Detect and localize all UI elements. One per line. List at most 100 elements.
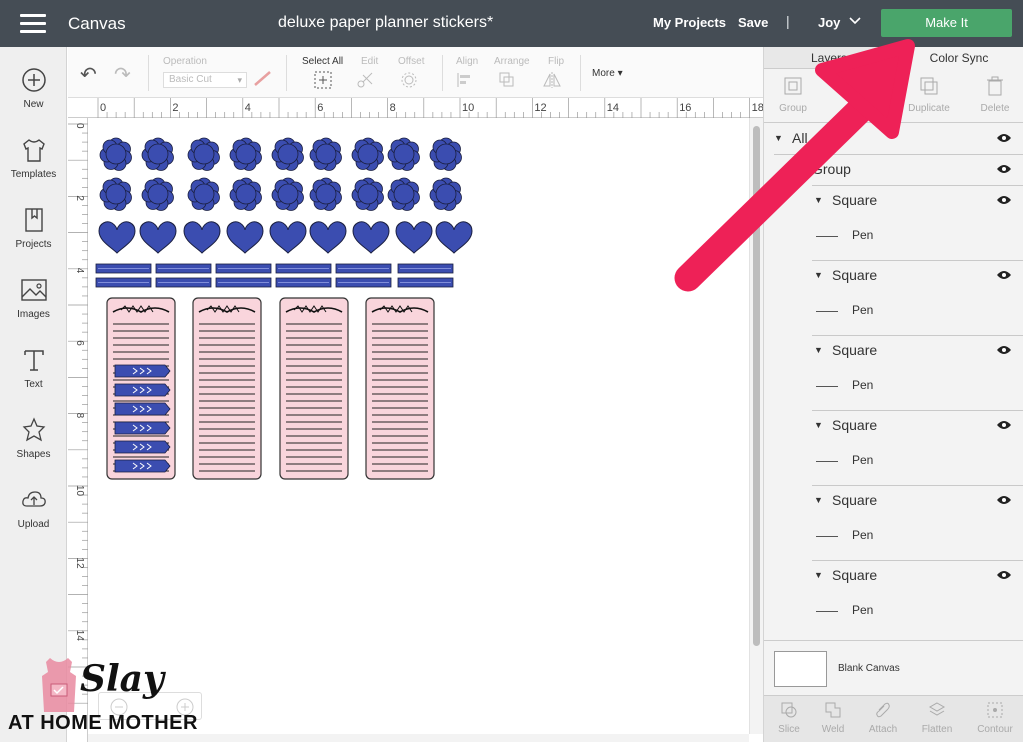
scallop-sticker[interactable] [187,137,220,171]
arrow-flag-sticker[interactable] [114,421,171,435]
scallop-sticker[interactable] [429,177,462,211]
tab-layers[interactable]: Layers [764,47,894,69]
scallop-sticker[interactable] [141,177,174,211]
layer-row-pen[interactable]: Pen [764,296,1023,326]
more-menu[interactable]: More ▾ [592,68,623,79]
canvas-swatch[interactable] [774,651,827,687]
scallop-sticker[interactable] [271,137,304,171]
sidebar-item-projects[interactable]: Projects [0,205,67,265]
heart-sticker[interactable] [269,221,307,254]
collapse-triangle-icon[interactable]: ▼ [814,570,823,580]
flip-icon[interactable] [542,71,564,89]
arrow-flag-sticker[interactable] [114,402,171,416]
layer-row-pen[interactable]: Pen [764,521,1023,551]
collapse-triangle-icon[interactable]: ▼ [814,420,823,430]
eye-icon[interactable] [996,569,1012,581]
layer-row-pen[interactable]: Pen [764,596,1023,626]
redo-icon[interactable]: ↷ [114,62,131,87]
chevron-down-icon[interactable] [849,14,861,29]
eye-icon[interactable] [996,419,1012,431]
offset-icon[interactable] [400,71,422,89]
save-button[interactable]: Save [738,15,768,30]
canvas-artwork[interactable] [88,118,749,734]
sidebar-item-images[interactable]: Images [0,275,67,335]
scallop-sticker[interactable] [187,177,220,211]
scallop-sticker[interactable] [387,177,420,211]
layer-row-square[interactable]: ▼ Square [764,336,1023,366]
notes-card-sticker[interactable] [192,297,262,480]
attach-button[interactable]: Attach [858,700,908,735]
eye-icon[interactable] [996,132,1012,144]
scallop-sticker[interactable] [229,177,262,211]
make-it-button[interactable]: Make It [881,9,1012,37]
layer-row-pen[interactable]: Pen [764,446,1023,476]
sidebar-item-templates[interactable]: Templates [0,135,67,195]
user-menu[interactable]: Joy [818,15,840,30]
arrow-flag-sticker[interactable] [114,459,171,473]
layer-row-all[interactable]: ▼ All [764,124,1023,154]
heart-sticker[interactable] [139,221,177,254]
notes-card-sticker[interactable] [279,297,349,480]
scallop-sticker[interactable] [271,177,304,211]
eye-icon[interactable] [996,194,1012,206]
layer-row-square[interactable]: ▼ Square [764,561,1023,591]
arrow-flag-sticker[interactable] [114,364,171,378]
my-projects-link[interactable]: My Projects [653,15,726,30]
scallop-sticker[interactable] [351,137,384,171]
layer-row-square[interactable]: ▼ Square [764,186,1023,216]
delete-button[interactable]: Delete [968,75,1022,114]
blank-canvas-row[interactable]: Blank Canvas [764,640,1023,695]
scallop-sticker[interactable] [229,137,262,171]
layer-row-group[interactable]: Group [764,155,1023,185]
heart-sticker[interactable] [226,221,264,254]
vertical-scrollbar[interactable] [749,118,763,734]
scrollbar-thumb[interactable] [753,126,760,646]
sidebar-item-upload[interactable]: Upload [0,485,67,545]
layer-row-square[interactable]: ▼ Square [764,261,1023,291]
sidebar-item-shapes[interactable]: Shapes [0,415,67,475]
document-title[interactable]: deluxe paper planner stickers* [278,14,493,32]
arrow-flag-sticker[interactable] [114,383,171,397]
align-icon[interactable] [456,71,478,89]
eye-icon[interactable] [996,269,1012,281]
collapse-triangle-icon[interactable]: ▼ [814,495,823,505]
scallop-sticker[interactable] [309,177,342,211]
scallop-sticker[interactable] [351,177,384,211]
pen-color-icon[interactable] [252,69,274,87]
collapse-triangle-icon[interactable]: ▼ [774,133,783,143]
layer-row-square[interactable]: ▼ Square [764,486,1023,516]
scallop-sticker[interactable] [141,137,174,171]
scallop-sticker[interactable] [309,137,342,171]
eye-icon[interactable] [996,344,1012,356]
design-canvas[interactable] [88,118,749,734]
scallop-sticker[interactable] [387,137,420,171]
undo-icon[interactable]: ↶ [80,62,97,87]
group-button[interactable]: Group [766,75,820,114]
layer-row-pen[interactable]: Pen [764,371,1023,401]
edit-scissors-icon[interactable] [356,71,378,89]
heart-sticker[interactable] [435,221,473,254]
collapse-triangle-icon[interactable]: ▼ [814,345,823,355]
layer-row-pen[interactable]: Pen [764,221,1023,251]
heart-sticker[interactable] [352,221,390,254]
select-all-icon[interactable] [312,71,334,89]
scallop-sticker[interactable] [99,137,132,171]
contour-button[interactable]: Contour [970,700,1020,735]
arrow-flag-sticker[interactable] [114,440,171,454]
weld-button[interactable]: Weld [808,700,858,735]
operation-select[interactable]: Basic Cut [163,72,247,88]
collapse-triangle-icon[interactable]: ▼ [814,270,823,280]
duplicate-button[interactable]: Duplicate [902,75,956,114]
arrange-icon[interactable] [498,71,520,89]
scallop-sticker[interactable] [99,177,132,211]
heart-sticker[interactable] [395,221,433,254]
sidebar-item-new[interactable]: New [0,65,67,125]
tab-color-sync[interactable]: Color Sync [894,47,1023,69]
layer-row-square[interactable]: ▼ Square [764,411,1023,441]
hamburger-menu-icon[interactable] [20,14,46,34]
flatten-button[interactable]: Flatten [912,700,962,735]
scallop-sticker[interactable] [429,137,462,171]
eye-icon[interactable] [996,163,1012,175]
notes-card-sticker[interactable] [365,297,435,480]
slice-button[interactable]: Slice [764,700,814,735]
